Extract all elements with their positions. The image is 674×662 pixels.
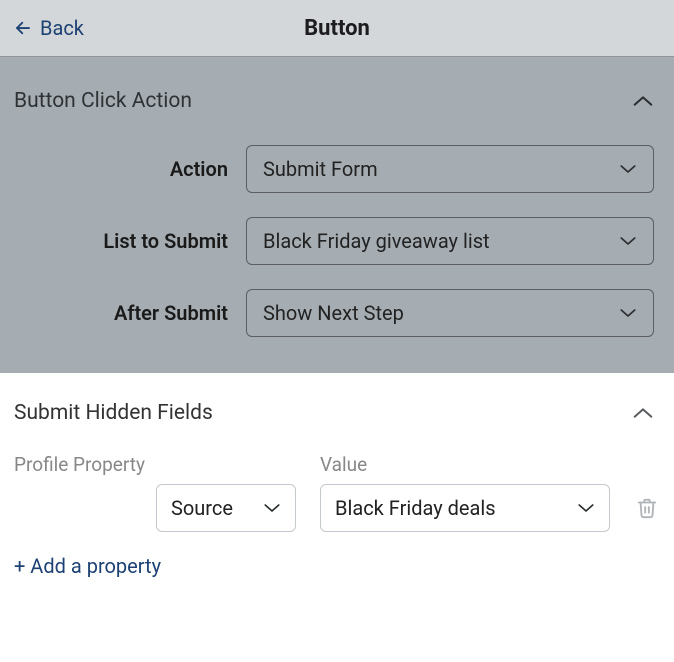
label-after-submit: After Submit: [20, 301, 246, 325]
section-title: Button Click Action: [14, 89, 192, 113]
hidden-fields-columns: Profile Property Value: [0, 433, 674, 484]
section-title: Submit Hidden Fields: [14, 401, 213, 425]
delete-row-button[interactable]: [634, 496, 660, 520]
section-button-click-action: Button Click Action Action Submit Form L…: [0, 56, 674, 373]
section-header-hidden-fields[interactable]: Submit Hidden Fields: [0, 373, 674, 433]
chevron-up-icon: [632, 406, 654, 420]
chevron-down-icon: [619, 163, 637, 175]
chevron-up-icon: [632, 94, 654, 108]
select-property-value: Source: [171, 496, 233, 520]
back-label: Back: [40, 16, 84, 40]
back-button[interactable]: Back: [14, 16, 84, 40]
select-list-value: Black Friday giveaway list: [263, 229, 490, 253]
form-rows: Action Submit Form List to Submit Black …: [0, 135, 674, 373]
header-bar: Back Button: [0, 0, 674, 56]
trash-icon: [636, 496, 658, 520]
page-title: Button: [304, 16, 370, 41]
hidden-field-row: Source Black Friday deals: [0, 484, 674, 532]
section-header-click-action[interactable]: Button Click Action: [0, 57, 674, 135]
add-property-button[interactable]: + Add a property: [0, 532, 674, 592]
select-after-value: Show Next Step: [263, 301, 404, 325]
chevron-down-icon: [263, 502, 281, 514]
select-after-submit[interactable]: Show Next Step: [246, 289, 654, 337]
section-submit-hidden-fields: Submit Hidden Fields Profile Property Va…: [0, 373, 674, 592]
arrow-left-icon: [14, 19, 32, 37]
col-header-property: Profile Property: [14, 453, 296, 476]
row-after-submit: After Submit Show Next Step: [20, 289, 654, 337]
row-list-to-submit: List to Submit Black Friday giveaway lis…: [20, 217, 654, 265]
row-action: Action Submit Form: [20, 145, 654, 193]
col-header-value: Value: [320, 453, 660, 476]
select-value-text: Black Friday deals: [335, 496, 496, 520]
chevron-down-icon: [619, 235, 637, 247]
property-cell: Source: [14, 484, 296, 532]
select-list-to-submit[interactable]: Black Friday giveaway list: [246, 217, 654, 265]
label-list-to-submit: List to Submit: [20, 229, 246, 253]
select-action-value: Submit Form: [263, 157, 378, 181]
chevron-down-icon: [619, 307, 637, 319]
chevron-down-icon: [577, 502, 595, 514]
select-action[interactable]: Submit Form: [246, 145, 654, 193]
label-action: Action: [20, 157, 246, 181]
select-hidden-value[interactable]: Black Friday deals: [320, 484, 610, 532]
select-profile-property[interactable]: Source: [156, 484, 296, 532]
